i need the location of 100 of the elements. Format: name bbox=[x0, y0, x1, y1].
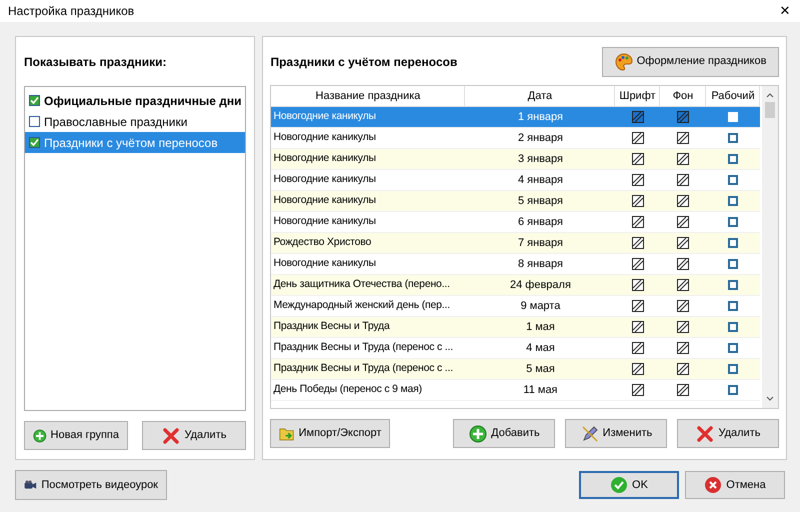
cancel-icon bbox=[704, 476, 722, 494]
checkbox[interactable] bbox=[728, 217, 738, 227]
table-cell-text: Новогодние каникулы bbox=[272, 214, 377, 230]
table-row[interactable]: Новогодние каникулы 1 января bbox=[271, 107, 760, 128]
checkbox[interactable] bbox=[29, 116, 40, 127]
checkbox[interactable] bbox=[728, 133, 738, 143]
hatched-swatch-icon bbox=[632, 132, 644, 144]
cross-icon bbox=[162, 426, 180, 444]
toolbar-button[interactable]: Удалить bbox=[142, 421, 246, 450]
plus-icon bbox=[33, 426, 47, 444]
checkbox[interactable] bbox=[728, 154, 738, 164]
hatched-swatch-icon bbox=[632, 216, 644, 228]
table-cell-text: Праздник Весны и Труда (перенос с ... bbox=[272, 340, 454, 356]
cross-icon bbox=[696, 424, 714, 442]
table-row[interactable]: Рождество Христово 7 января bbox=[271, 233, 760, 254]
table-cell-text: Международный женский день (пер... bbox=[272, 298, 451, 314]
toolbar-button[interactable]: Новая группа bbox=[24, 421, 128, 450]
checkbox[interactable] bbox=[728, 364, 738, 374]
table-cell-text: 5 мая bbox=[525, 362, 556, 377]
table-row[interactable]: День защитника Отечества (перено... 24 февраля bbox=[271, 275, 760, 296]
hatched-swatch-icon bbox=[632, 153, 644, 165]
checkbox[interactable] bbox=[728, 385, 738, 395]
table-cell-text: Рождество Христово bbox=[272, 235, 372, 250]
table-cell-text: 7 января bbox=[516, 236, 564, 251]
hatched-swatch-icon bbox=[632, 111, 644, 123]
checkbox[interactable] bbox=[728, 301, 738, 311]
pencil-icon bbox=[580, 424, 599, 442]
hatched-swatch-icon bbox=[632, 279, 644, 291]
hatched-swatch-icon bbox=[632, 237, 644, 249]
table-cell-text: 1 мая bbox=[525, 320, 556, 335]
column-header[interactable]: Дата bbox=[465, 86, 616, 106]
checkbox[interactable] bbox=[728, 196, 738, 206]
hatched-swatch-icon bbox=[677, 279, 690, 291]
toolbar-button[interactable]: Импорт/Экспорт bbox=[270, 419, 390, 448]
toolbar-button[interactable]: Изменить bbox=[565, 419, 668, 448]
table-row[interactable]: Праздник Весны и Труда 1 мая bbox=[271, 317, 760, 338]
ok-button[interactable]: OK bbox=[579, 471, 679, 499]
hatched-swatch-icon bbox=[677, 384, 690, 396]
table-cell-text: День Победы (перенос с 9 мая) bbox=[272, 382, 423, 398]
table-cell-text: 11 мая bbox=[522, 382, 559, 398]
video-lesson-button[interactable]: Посмотреть видеоурок bbox=[15, 470, 167, 500]
hatched-swatch-icon bbox=[632, 300, 644, 312]
toolbar-button[interactable]: Добавить bbox=[453, 419, 556, 448]
hatched-swatch-icon bbox=[677, 132, 690, 144]
hatched-swatch-icon bbox=[632, 174, 644, 186]
cancel-button[interactable]: Отмена bbox=[685, 471, 785, 499]
checkbox[interactable] bbox=[728, 259, 738, 269]
table-cell-text: 2 января bbox=[516, 130, 564, 146]
toolbar-button[interactable]: Удалить bbox=[677, 419, 780, 448]
column-header[interactable]: Рабочий bbox=[706, 86, 760, 106]
table-cell-text: День защитника Отечества (перено... bbox=[272, 277, 451, 292]
hatched-swatch-icon bbox=[632, 195, 644, 207]
scrollbar-thumb[interactable] bbox=[765, 102, 776, 118]
hatched-swatch-icon bbox=[677, 153, 690, 165]
hatched-swatch-icon bbox=[677, 111, 690, 123]
hatched-swatch-icon bbox=[677, 195, 690, 207]
table-cell-text: 1 января bbox=[516, 110, 564, 125]
table-cell-text: Новогодние каникулы bbox=[272, 256, 377, 272]
holiday-group-item[interactable]: Православные праздники bbox=[25, 111, 246, 132]
checkmark-icon bbox=[610, 476, 628, 494]
close-button[interactable]: ✕ bbox=[770, 0, 800, 22]
window-title: Настройка праздников bbox=[8, 3, 134, 20]
holiday-group-item[interactable]: Официальные праздничные дни bbox=[25, 90, 246, 111]
checkbox[interactable] bbox=[29, 137, 40, 148]
table-cell-text: Новогодние каникулы bbox=[272, 151, 377, 166]
table-cell-text: 4 января bbox=[516, 172, 564, 188]
palette-icon bbox=[614, 52, 633, 70]
table-row[interactable]: Праздник Весны и Труда (перенос с ... 5 мая bbox=[271, 359, 760, 380]
table-cell-text: 4 мая bbox=[525, 340, 556, 356]
table-cell-text: Праздник Весны и Труда (перенос с ... bbox=[272, 361, 454, 376]
hatched-swatch-icon bbox=[677, 363, 690, 375]
checkbox[interactable] bbox=[728, 238, 738, 248]
checkbox[interactable] bbox=[728, 322, 738, 332]
table-cell-text: Праздник Весны и Труда bbox=[272, 319, 391, 334]
panel-heading: Показывать праздники: bbox=[24, 54, 168, 71]
hatched-swatch-icon bbox=[677, 321, 690, 333]
table-row[interactable]: Новогодние каникулы 3 января bbox=[271, 149, 760, 170]
hatched-swatch-icon bbox=[632, 384, 644, 396]
table-cell-text: 9 марта bbox=[520, 298, 562, 314]
table-row[interactable]: Новогодние каникулы 5 января bbox=[271, 191, 760, 212]
table-cell-text: 6 января bbox=[516, 214, 564, 230]
plus-icon bbox=[469, 424, 488, 442]
table-cell-text: Новогодние каникулы bbox=[272, 130, 377, 146]
checkbox[interactable] bbox=[728, 343, 738, 353]
checkbox[interactable] bbox=[728, 280, 738, 290]
checkbox[interactable] bbox=[29, 95, 40, 106]
table-cell-text: 5 января bbox=[516, 194, 564, 209]
hatched-swatch-icon bbox=[677, 342, 690, 354]
holiday-group-item[interactable]: Праздники с учётом переносов bbox=[25, 132, 246, 153]
style-button[interactable]: Оформление праздников bbox=[602, 46, 780, 76]
scrollbar[interactable] bbox=[762, 86, 778, 408]
column-header[interactable]: Название праздника bbox=[271, 86, 466, 106]
hatched-swatch-icon bbox=[677, 258, 690, 270]
column-header[interactable]: Шрифт bbox=[615, 86, 660, 106]
checkbox[interactable] bbox=[728, 175, 738, 185]
hatched-swatch-icon bbox=[677, 300, 690, 312]
table-cell-text: 3 января bbox=[516, 152, 564, 167]
table-cell-text: Новогодние каникулы bbox=[272, 109, 377, 124]
column-header[interactable]: Фон bbox=[660, 86, 706, 106]
table-cell-text: 24 февраля bbox=[509, 278, 572, 293]
